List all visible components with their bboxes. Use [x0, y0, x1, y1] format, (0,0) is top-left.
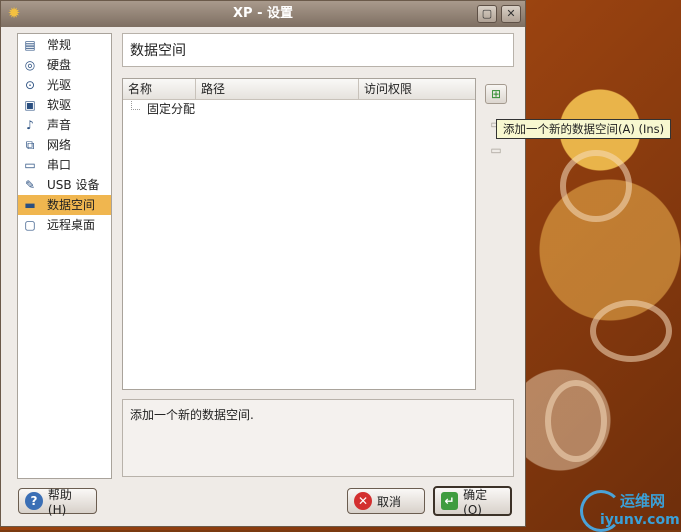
title-bar[interactable]: ✹ XP - 设置 ▢ ✕: [1, 1, 525, 27]
description-panel: 添加一个新的数据空间.: [122, 399, 514, 477]
sidebar-item-audio[interactable]: ♪ 声音: [18, 115, 111, 135]
sidebar-item-shared-folders[interactable]: ▬ 数据空间: [18, 195, 111, 215]
remove-folder-icon: ▭: [490, 143, 502, 157]
sidebar-item-network[interactable]: ⧉ 网络: [18, 135, 111, 155]
page-title: 数据空间: [130, 43, 186, 59]
ok-button[interactable]: ↵ 确定(O): [433, 486, 512, 517]
table-header: 名称 路径 访问权限: [123, 79, 475, 100]
watermark-url: iyunv.com: [600, 512, 680, 528]
usb-icon: ✎: [24, 178, 36, 192]
ok-arrow-icon: ↵: [441, 492, 459, 510]
settings-dialog: ✹ XP - 设置 ▢ ✕ ▤ 常规 ◎ 硬盘 ⊙ 光驱 ▣ 软驱 ♪ 声音 ⧉…: [0, 0, 526, 527]
tooltip: 添加一个新的数据空间(A) (Ins): [496, 119, 672, 139]
network-icon: ⧉: [25, 138, 35, 152]
remove-shared-folder-button[interactable]: ▭: [485, 141, 507, 161]
tree-item-machine-folders[interactable]: 固定分配: [131, 101, 195, 117]
sidebar-item-label: 串口: [47, 158, 72, 172]
watermark-text: 运维网: [620, 492, 666, 510]
sidebar-item-floppy[interactable]: ▣ 软驱: [18, 95, 111, 115]
column-header-access[interactable]: 访问权限: [359, 79, 473, 99]
gear-icon: ✹: [7, 4, 21, 22]
sidebar-item-remote-display[interactable]: ▢ 远程桌面: [18, 215, 111, 235]
audio-icon: ♪: [26, 118, 34, 132]
sidebar-item-general[interactable]: ▤ 常规: [18, 35, 111, 55]
wallpaper-swirl: [590, 300, 672, 362]
add-folder-icon: ⊞: [490, 87, 502, 101]
help-button[interactable]: ? 帮助(H): [18, 487, 97, 517]
add-shared-folder-button[interactable]: ⊞: [485, 84, 507, 104]
remote-display-icon: ▢: [24, 218, 36, 232]
sidebar-item-label: 声音: [47, 118, 72, 132]
serial-port-icon: ▭: [24, 158, 36, 172]
description-text: 添加一个新的数据空间.: [130, 408, 254, 422]
column-header-name[interactable]: 名称: [123, 79, 196, 99]
sidebar-item-label: 数据空间: [47, 198, 96, 212]
cancel-button[interactable]: ✕ 取消: [347, 488, 425, 514]
sidebar-item-label: 软驱: [47, 98, 72, 112]
sidebar-item-harddisk[interactable]: ◎ 硬盘: [18, 55, 111, 75]
sidebar-item-label: 常规: [47, 38, 72, 52]
sidebar-item-label: USB 设备: [47, 178, 100, 192]
wallpaper-swirl: [545, 380, 607, 462]
close-button[interactable]: ✕: [501, 5, 521, 23]
ok-button-label: 确定(O): [463, 487, 488, 517]
column-header-path[interactable]: 路径: [196, 79, 359, 99]
cancel-icon: ✕: [354, 492, 372, 510]
floppy-icon: ▣: [24, 98, 36, 112]
wallpaper-swirl: [560, 150, 632, 222]
settings-category-list: ▤ 常规 ◎ 硬盘 ⊙ 光驱 ▣ 软驱 ♪ 声音 ⧉ 网络 ▭ 串口 ✎ USB: [17, 33, 112, 479]
sidebar-item-usb[interactable]: ✎ USB 设备: [18, 175, 111, 195]
cdrom-icon: ⊙: [24, 78, 36, 92]
general-icon: ▤: [24, 38, 36, 52]
folder-icon: ▬: [24, 198, 36, 212]
window-title: XP - 设置: [233, 6, 293, 21]
help-icon: ?: [25, 492, 43, 510]
help-button-label: 帮助(H): [47, 487, 72, 517]
maximize-button[interactable]: ▢: [477, 5, 497, 23]
sidebar-item-label: 远程桌面: [47, 218, 96, 232]
sidebar-item-serial-port[interactable]: ▭ 串口: [18, 155, 111, 175]
sidebar-item-label: 网络: [47, 138, 72, 152]
harddisk-icon: ◎: [24, 58, 36, 72]
section-header: 数据空间: [122, 33, 514, 67]
sidebar-item-label: 硬盘: [47, 58, 72, 72]
tree-item-label: 固定分配: [147, 102, 196, 116]
shared-folders-table[interactable]: 名称 路径 访问权限 固定分配: [122, 78, 476, 390]
sidebar-item-label: 光驱: [47, 78, 72, 92]
sidebar-item-cdrom[interactable]: ⊙ 光驱: [18, 75, 111, 95]
cancel-button-label: 取消: [377, 494, 402, 509]
